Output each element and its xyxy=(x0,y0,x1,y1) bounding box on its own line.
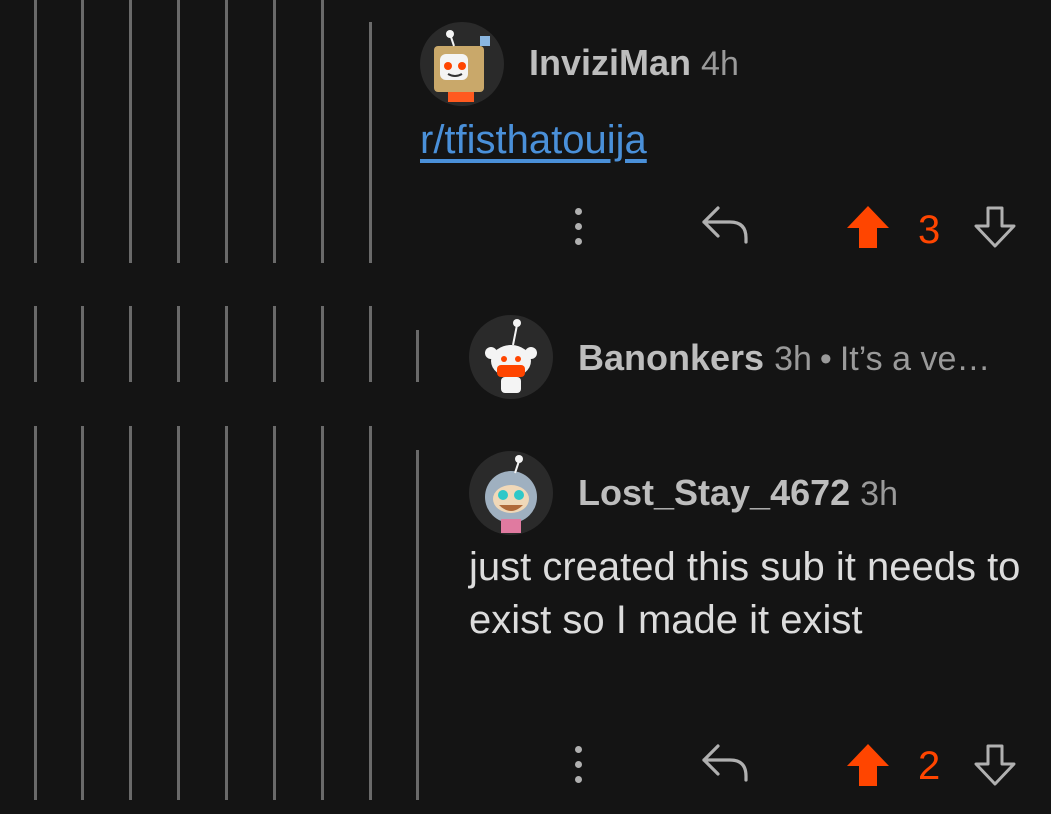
thread-line[interactable] xyxy=(129,0,132,263)
upvote-arrow-icon[interactable] xyxy=(845,742,891,788)
snoo-avatar-icon xyxy=(434,30,490,102)
username[interactable]: Banonkers xyxy=(578,337,764,379)
thread-line[interactable] xyxy=(177,426,180,800)
thread-line[interactable] xyxy=(177,0,180,263)
more-dot xyxy=(575,761,582,768)
reply-icon[interactable] xyxy=(700,204,750,246)
thread-line[interactable] xyxy=(81,0,84,263)
thread-line[interactable] xyxy=(34,306,37,382)
thread-line[interactable] xyxy=(225,306,228,382)
thread-line[interactable] xyxy=(321,0,324,263)
thread-line[interactable] xyxy=(129,306,132,382)
snoo-avatar-icon xyxy=(485,319,537,393)
thread-line[interactable] xyxy=(177,306,180,382)
thread-line[interactable] xyxy=(321,426,324,800)
reply-icon[interactable] xyxy=(700,742,750,784)
thread-line[interactable] xyxy=(81,306,84,382)
thread-line[interactable] xyxy=(273,0,276,263)
thread-line[interactable] xyxy=(34,426,37,800)
thread-line[interactable] xyxy=(416,330,419,382)
thread-line[interactable] xyxy=(34,0,37,263)
thread-line[interactable] xyxy=(369,426,372,800)
thread-line[interactable] xyxy=(321,306,324,382)
timestamp: 4h xyxy=(701,45,739,83)
more-options-button[interactable] xyxy=(575,208,585,253)
thread-line[interactable] xyxy=(369,306,372,382)
vote-score: 2 xyxy=(918,744,941,788)
more-vertical-icon xyxy=(575,208,582,215)
timestamp: 3h xyxy=(774,340,812,378)
meta-separator: • xyxy=(819,340,832,378)
thread-line[interactable] xyxy=(81,426,84,800)
thread-line[interactable] xyxy=(129,426,132,800)
snoo-avatar-icon xyxy=(485,455,537,533)
avatar[interactable] xyxy=(469,451,553,535)
more-dot xyxy=(575,776,582,783)
subreddit-link[interactable]: r/tfisthatouija xyxy=(420,118,647,163)
avatar[interactable] xyxy=(469,315,553,399)
username[interactable]: InviziMan xyxy=(529,42,691,84)
username[interactable]: Lost_Stay_4672 xyxy=(578,472,850,514)
comment-meta: InviziMan 4h xyxy=(529,42,739,84)
comment-meta: Lost_Stay_4672 3h xyxy=(578,472,898,514)
more-dot xyxy=(575,238,582,245)
thread-line[interactable] xyxy=(369,22,372,263)
comment-meta: Banonkers 3h • It’s a ve… xyxy=(578,337,990,379)
thread-line[interactable] xyxy=(225,0,228,263)
downvote-arrow-icon[interactable] xyxy=(972,204,1018,250)
more-vertical-icon xyxy=(575,746,582,753)
comment-thread: InviziMan 4h r/tfisthatouija 3 Banonkers… xyxy=(0,0,1051,814)
thread-line[interactable] xyxy=(273,426,276,800)
thread-line[interactable] xyxy=(416,450,419,800)
timestamp: 3h xyxy=(860,475,898,513)
comment-body: just created this sub it needs to exist … xyxy=(469,545,1021,642)
upvote-arrow-icon[interactable] xyxy=(845,204,891,250)
collapsed-preview: It’s a ve… xyxy=(839,340,991,378)
more-dot xyxy=(575,223,582,230)
vote-score: 3 xyxy=(918,208,941,252)
thread-line[interactable] xyxy=(273,306,276,382)
downvote-arrow-icon[interactable] xyxy=(972,742,1018,788)
avatar[interactable] xyxy=(420,22,504,106)
thread-line[interactable] xyxy=(225,426,228,800)
more-options-button[interactable] xyxy=(575,746,585,791)
